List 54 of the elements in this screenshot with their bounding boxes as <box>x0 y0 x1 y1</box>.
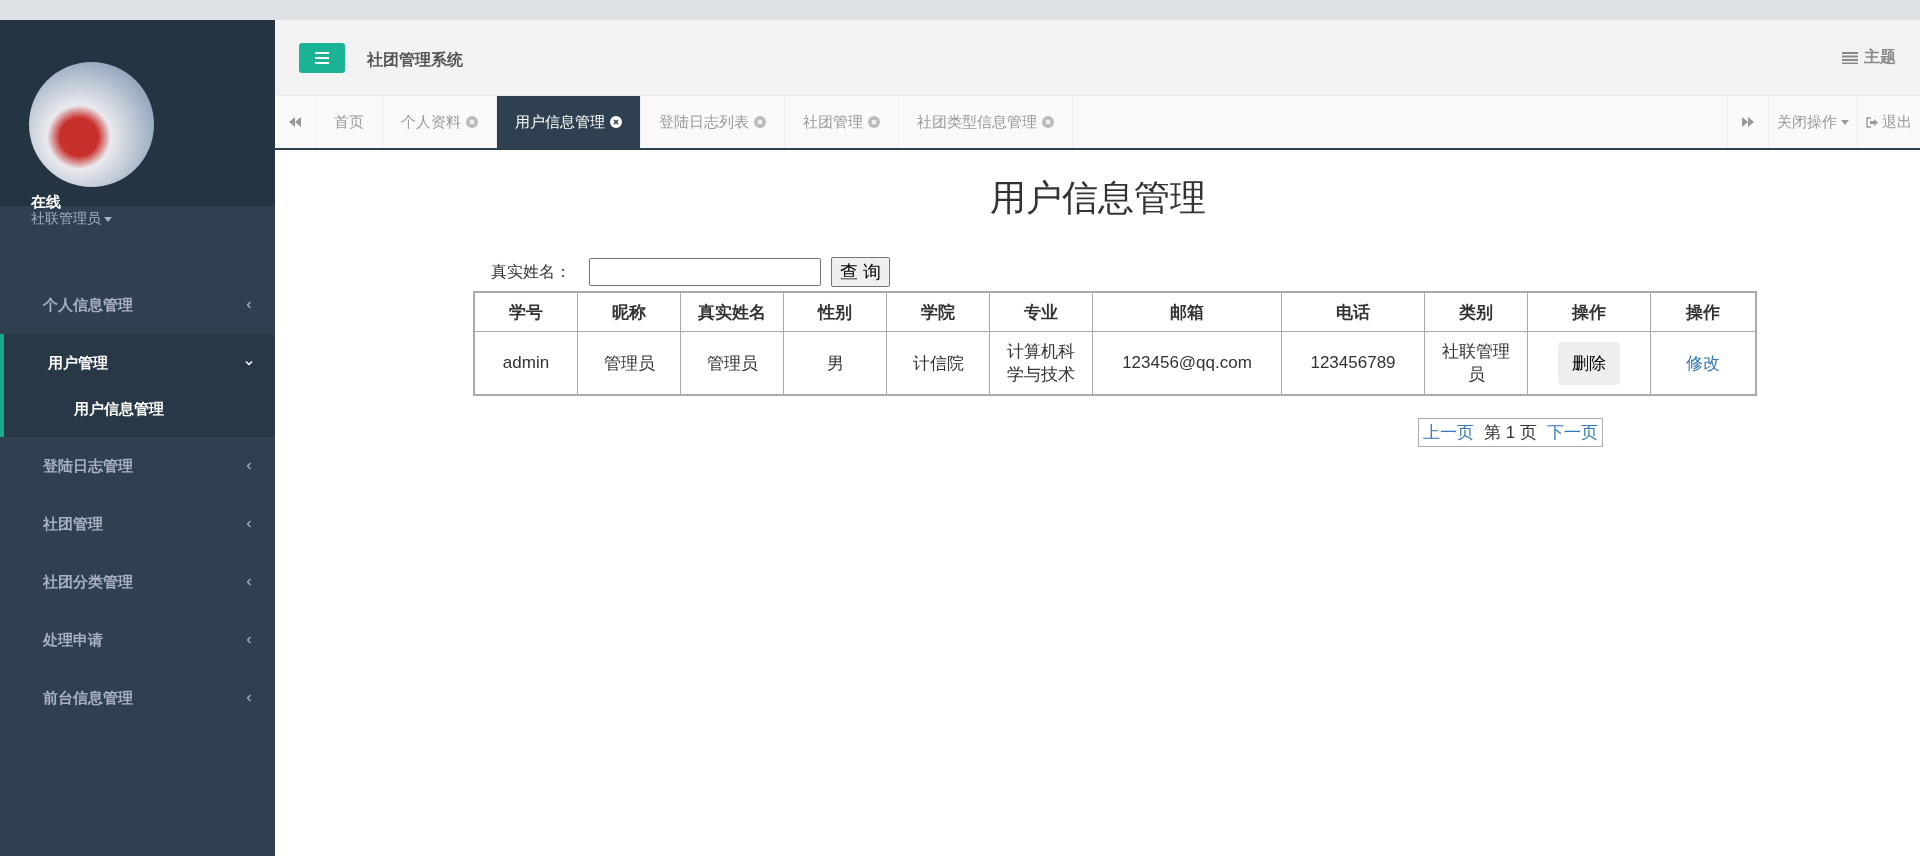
column-header: 操作 <box>1527 292 1651 332</box>
page-tab[interactable]: 用户信息管理 <box>497 96 641 148</box>
next-page-link[interactable]: 下一页 <box>1546 421 1598 444</box>
chevron-left-icon <box>245 636 253 644</box>
online-status: 在线 <box>31 193 61 211</box>
delete-button[interactable]: 删除 <box>1558 341 1620 385</box>
chevron-left-icon <box>245 301 253 309</box>
app-title: 社团管理系统 <box>367 50 464 70</box>
sign-out-icon <box>1866 116 1878 128</box>
chevron-left-icon <box>245 694 253 702</box>
search-button[interactable]: 查 询 <box>831 257 890 287</box>
sidebar-item[interactable]: 社团分类管理 <box>0 553 275 611</box>
chevron-left-icon <box>245 520 253 528</box>
logout-button[interactable]: 退出 <box>1857 96 1920 148</box>
page-tab[interactable]: 登陆日志列表 <box>641 96 785 148</box>
column-header: 电话 <box>1281 292 1425 332</box>
list-icon <box>1842 51 1858 64</box>
sidebar-subitem[interactable]: 用户信息管理 <box>4 392 275 437</box>
role-dropdown[interactable]: 社联管理员 <box>31 210 112 228</box>
theme-button[interactable]: 主题 <box>1842 47 1896 68</box>
page-title: 用户信息管理 <box>989 176 1207 220</box>
menu-icon <box>315 51 329 64</box>
column-header: 真实姓名 <box>680 292 784 332</box>
chevron-down-icon <box>245 359 253 367</box>
rewind-icon[interactable] <box>289 117 301 127</box>
chevron-left-icon <box>245 578 253 586</box>
current-page-label: 第 1 页 <box>1484 422 1537 444</box>
edit-link[interactable]: 修改 <box>1686 353 1720 373</box>
close-icon[interactable] <box>610 116 622 128</box>
fast-forward-icon[interactable] <box>1742 117 1754 127</box>
menu-toggle-button[interactable] <box>299 42 345 73</box>
page-tab[interactable]: 社团管理 <box>785 96 899 148</box>
page-tab[interactable]: 社团类型信息管理 <box>899 96 1073 148</box>
column-header: 类别 <box>1424 292 1528 332</box>
column-header: 昵称 <box>577 292 681 332</box>
caret-icon <box>104 216 112 222</box>
column-header: 学号 <box>474 292 578 332</box>
column-header: 邮箱 <box>1092 292 1282 332</box>
sidebar-item[interactable]: 社团管理 <box>0 495 275 553</box>
sidebar-item[interactable]: 前台信息管理 <box>0 669 275 727</box>
caret-icon <box>1841 119 1849 125</box>
close-menu-dropdown[interactable]: 关闭操作 <box>1768 96 1857 148</box>
sidebar-item[interactable]: 用户管理 <box>4 334 275 392</box>
sidebar-item[interactable]: 个人信息管理 <box>0 276 275 334</box>
chevron-left-icon <box>245 462 253 470</box>
column-header: 学院 <box>886 292 990 332</box>
column-header: 专业 <box>989 292 1093 332</box>
prev-page-link[interactable]: 上一页 <box>1423 421 1474 444</box>
sidebar-item[interactable]: 登陆日志管理 <box>0 437 275 495</box>
column-header: 性别 <box>783 292 887 332</box>
search-label: 真实姓名： <box>491 261 571 282</box>
name-search-field[interactable] <box>589 258 821 286</box>
sidebar-item[interactable]: 处理申请 <box>0 611 275 669</box>
page-tab[interactable]: 首页 <box>316 96 383 148</box>
